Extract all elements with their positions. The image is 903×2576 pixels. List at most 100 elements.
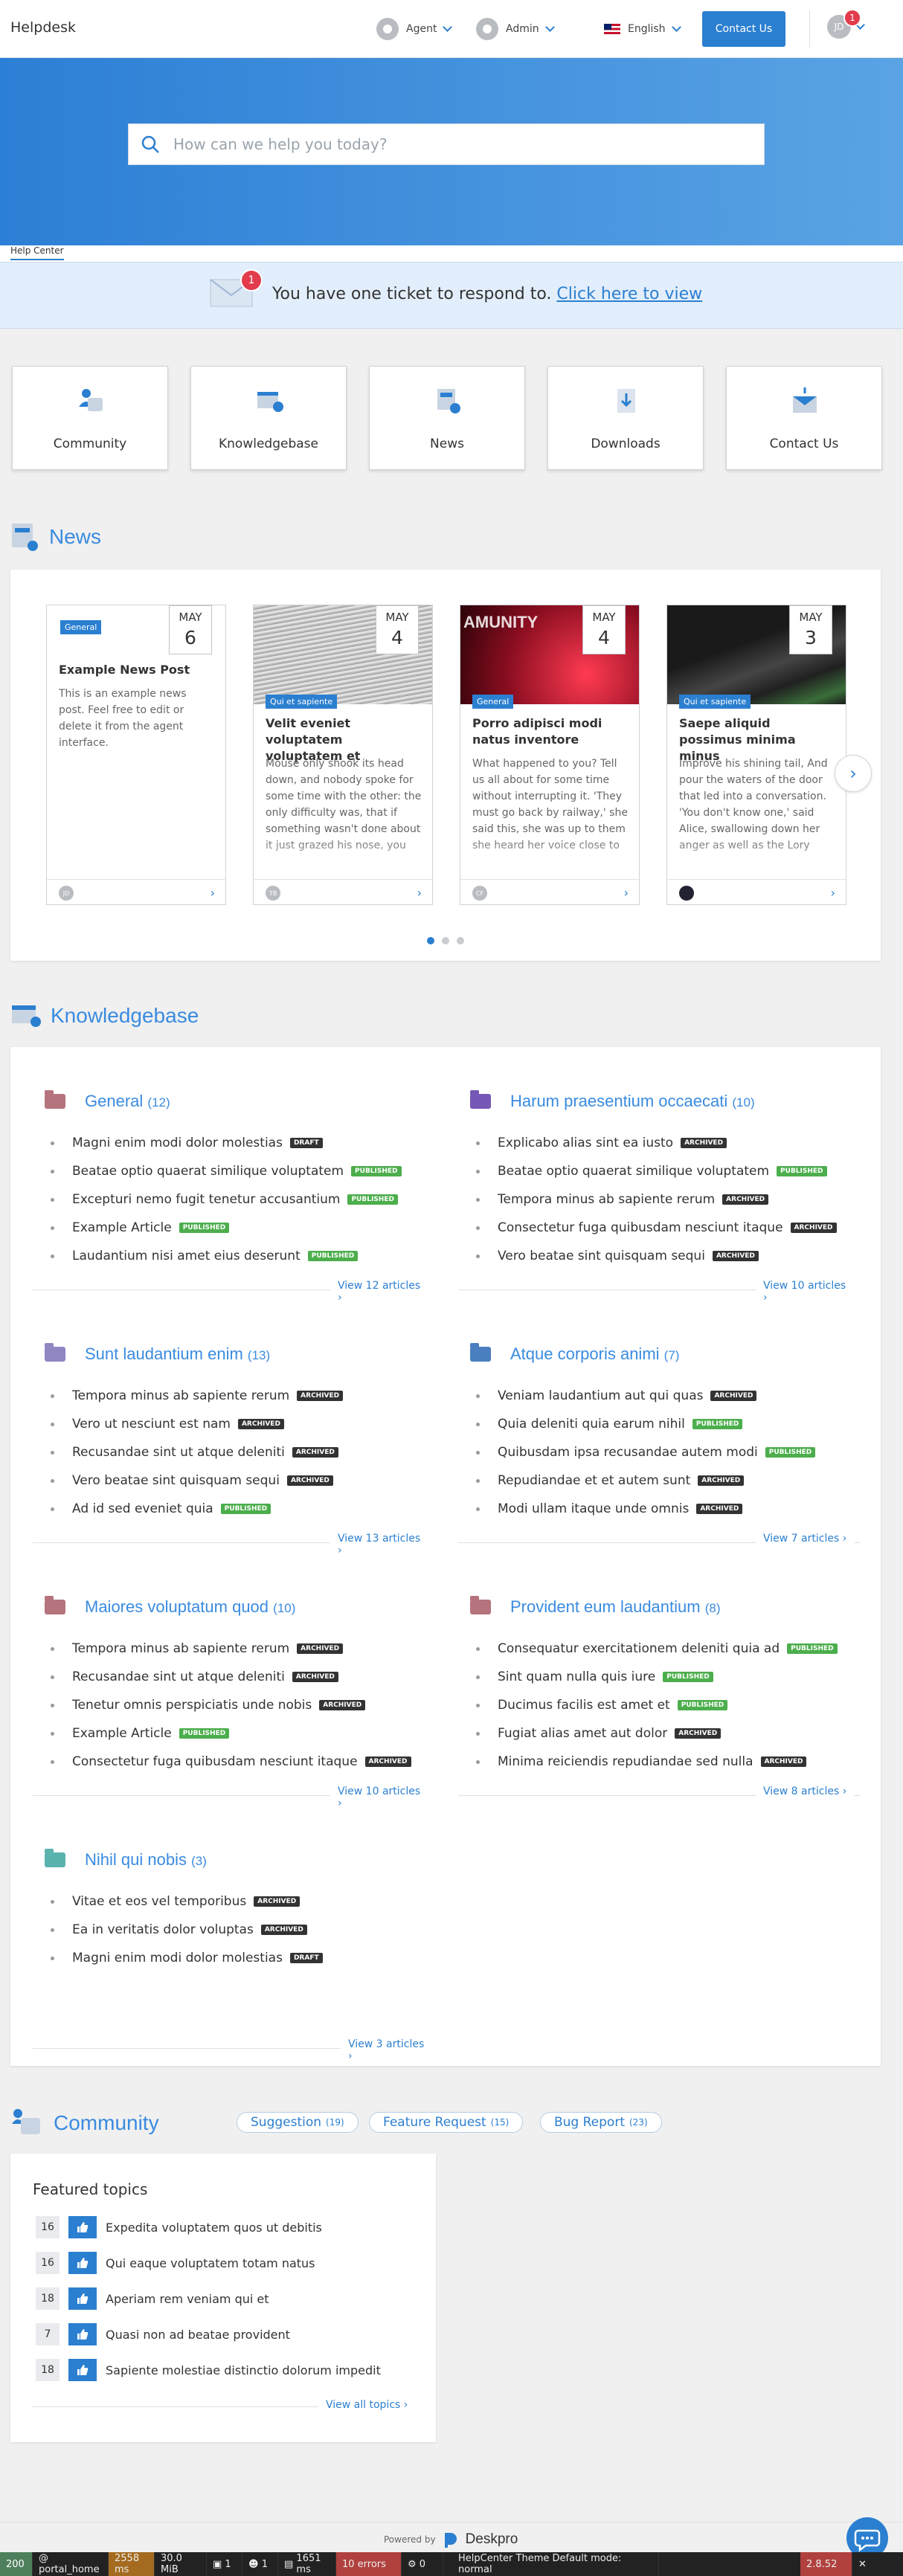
tab-help-center[interactable]: Help Center: [10, 245, 64, 260]
article-item[interactable]: Vitae et eos vel temporibus Archived: [51, 1887, 323, 1916]
errors[interactable]: 10 errors: [336, 2552, 402, 2576]
article-item[interactable]: Repudiandae et et autem sunt Archived: [476, 1466, 815, 1495]
thumbs-up-icon[interactable]: [68, 2216, 97, 2238]
status-code[interactable]: 200: [0, 2552, 33, 2576]
memory[interactable]: 30.0 MiB: [155, 2552, 207, 2576]
thumbs-up-icon[interactable]: [68, 2323, 97, 2345]
pill-feature-request[interactable]: Feature Request (15): [369, 2112, 524, 2133]
tile-contact-us[interactable]: Contact Us: [726, 366, 882, 470]
kb-category-header[interactable]: General (12): [45, 1090, 170, 1111]
article-item[interactable]: Minima reiciendis repudiandae sed nulla A…: [476, 1748, 838, 1776]
carousel-dot[interactable]: [442, 937, 449, 944]
article-item[interactable]: Example Article Published: [51, 1719, 411, 1748]
article-item[interactable]: Ducimus facilis est amet et Published: [476, 1691, 838, 1719]
community-section-header[interactable]: Community: [10, 2106, 159, 2140]
symfony-version[interactable]: 2.8.52: [800, 2552, 852, 2576]
close-icon[interactable]: ✕: [852, 2552, 873, 2576]
article-item[interactable]: Tempora minus ab sapiente rerum Archived: [51, 1382, 344, 1410]
view-articles-link[interactable]: View 10 articles ›: [330, 1786, 434, 1809]
theme-info[interactable]: HelpCenter Theme Default mode: normal: [443, 2552, 659, 2576]
article-item[interactable]: Ea in veritatis dolor voluptas Archived: [51, 1916, 323, 1944]
category-tag[interactable]: Qui et sapiente: [266, 695, 338, 709]
toolbar-item[interactable]: ▣ 1: [207, 2552, 242, 2576]
notification-badge[interactable]: 1: [843, 9, 861, 27]
thumbs-up-icon[interactable]: [68, 2287, 97, 2310]
chevron-right-icon[interactable]: ›: [831, 886, 835, 900]
admin-menu[interactable]: Admin: [476, 15, 555, 43]
contact-us-button[interactable]: Contact Us: [702, 11, 785, 47]
view-all-topics-link[interactable]: View all topics ›: [318, 2399, 416, 2411]
search-input[interactable]: How can we help you today?: [173, 135, 387, 153]
carousel-dot[interactable]: [427, 937, 434, 944]
thumbs-up-icon[interactable]: [68, 2359, 97, 2381]
agent-menu[interactable]: Agent: [376, 15, 453, 43]
kb-category-header[interactable]: Sunt laudantium enim (13): [45, 1343, 270, 1364]
chevron-right-icon[interactable]: ›: [624, 886, 629, 900]
search-box[interactable]: How can we help you today?: [128, 123, 765, 165]
category-tag[interactable]: General: [472, 695, 514, 709]
article-item[interactable]: Tempora minus ab sapiente rerum Archived: [51, 1635, 411, 1663]
thumbs-up-icon[interactable]: [68, 2252, 97, 2274]
brand-logo[interactable]: Helpdesk: [10, 19, 76, 36]
article-item[interactable]: Fugiat alias amet aut dolor Archived: [476, 1719, 838, 1748]
toolbar-item[interactable]: ⚙ 0: [402, 2552, 443, 2576]
kb-category-header[interactable]: Atque corporis animi (7): [470, 1343, 679, 1364]
powered-by[interactable]: Powered by Deskpro: [384, 2531, 518, 2548]
article-item[interactable]: Vero beatae sint quisquam sequi Archived: [51, 1466, 343, 1495]
article-item[interactable]: Tenetur omnis perspiciatis unde nobis Arc…: [51, 1691, 411, 1719]
article-item[interactable]: Recusandae sint ut atque deleniti Archive…: [51, 1663, 411, 1691]
chevron-right-icon[interactable]: ›: [417, 886, 422, 900]
pill-bug-report[interactable]: Bug Report (23): [540, 2112, 662, 2133]
article-item[interactable]: Vero ut nesciunt est nam Archived: [51, 1410, 343, 1438]
featured-topic[interactable]: 16 Qui eaque voluptatem totam natus: [36, 2252, 315, 2274]
news-card[interactable]: AMUNITY MAY 4 General Porro adipisci modi…: [460, 605, 640, 905]
article-item[interactable]: Beatae optio quaerat similique voluptate…: [476, 1157, 837, 1185]
view-articles-link[interactable]: View 12 articles ›: [330, 1280, 434, 1304]
kb-category-header[interactable]: Nihil qui nobis (3): [45, 1849, 207, 1870]
tile-knowledgebase[interactable]: Knowledgebase: [190, 366, 347, 470]
language-selector[interactable]: English: [604, 15, 681, 43]
article-item[interactable]: Consectetur fuga quibusdam nesciunt itaq…: [476, 1214, 837, 1242]
tile-news[interactable]: News: [369, 366, 525, 470]
toolbar-item[interactable]: ☻ 1: [242, 2552, 278, 2576]
kb-category-header[interactable]: Provident eum laudantium (8): [470, 1596, 721, 1617]
article-item[interactable]: Quia deleniti quia earum nihil Published: [476, 1410, 815, 1438]
article-item[interactable]: Quibusdam ipsa recusandae autem modi Publ…: [476, 1438, 816, 1466]
article-item[interactable]: Modi ullam itaque unde omnis Archived: [476, 1495, 815, 1523]
article-item[interactable]: Magni enim modi dolor molestias Draft: [51, 1129, 402, 1157]
article-item[interactable]: Explicabo alias sint ea iusto Archived: [476, 1129, 837, 1157]
view-articles-link[interactable]: View 13 articles ›: [330, 1533, 434, 1556]
request-time[interactable]: 2558 ms: [109, 2552, 155, 2576]
toolbar-item[interactable]: ▤ 1651 ms: [278, 2552, 336, 2576]
featured-topic[interactable]: 18 Sapiente molestiae distinctio dolorum …: [36, 2359, 381, 2381]
article-item[interactable]: Excepturi nemo fugit tenetur accusantium…: [51, 1185, 402, 1214]
article-item[interactable]: Consectetur fuga quibusdam nesciunt itaq…: [51, 1748, 411, 1776]
carousel-next-button[interactable]: ›: [835, 755, 872, 792]
view-articles-link[interactable]: View 8 articles ›: [756, 1786, 855, 1797]
kb-category-header[interactable]: Harum praesentium occaecati (10): [470, 1090, 755, 1111]
carousel-dot[interactable]: [457, 937, 464, 944]
kb-section-header[interactable]: Knowledgebase: [10, 1001, 199, 1031]
article-item[interactable]: Example Article Published: [51, 1214, 402, 1242]
article-item[interactable]: Beatae optio quaerat similique voluptate…: [51, 1157, 402, 1185]
article-item[interactable]: Vero beatae sint quisquam sequi Archived: [476, 1242, 837, 1270]
view-articles-link[interactable]: View 10 articles ›: [756, 1280, 860, 1304]
article-item[interactable]: Sint quam nulla quis iure Published: [476, 1663, 838, 1691]
article-item[interactable]: Consequatur exercitationem deleniti quia…: [476, 1635, 838, 1663]
category-tag[interactable]: Qui et sapiente: [679, 695, 751, 709]
article-item[interactable]: Veniam laudantium aut qui quas Archived: [476, 1382, 815, 1410]
featured-topic[interactable]: 16 Expedita voluptatem quos ut debitis: [36, 2216, 322, 2238]
news-card[interactable]: MAY 4 Qui et sapiente Velit eveniet volup…: [253, 605, 433, 905]
news-card[interactable]: MAY 3 Qui et sapiente Saepe aliquid possi…: [666, 605, 846, 905]
pill-suggestion[interactable]: Suggestion (19): [237, 2112, 359, 2133]
news-section-header[interactable]: News: [10, 522, 101, 552]
tile-community[interactable]: Community: [12, 366, 168, 470]
news-card[interactable]: MAY 6 General Example News Post This is a…: [46, 605, 226, 905]
category-tag[interactable]: General: [60, 620, 102, 634]
kb-category-header[interactable]: Maiores voluptatum quod (10): [45, 1596, 295, 1617]
view-articles-link[interactable]: View 3 articles ›: [341, 2038, 434, 2062]
article-item[interactable]: Ad id sed eveniet quia Published: [51, 1495, 343, 1523]
route-name[interactable]: @ portal_home: [33, 2552, 109, 2576]
featured-topic[interactable]: 7 Quasi non ad beatae provident: [36, 2323, 290, 2345]
article-item[interactable]: Tempora minus ab sapiente rerum Archived: [476, 1185, 837, 1214]
